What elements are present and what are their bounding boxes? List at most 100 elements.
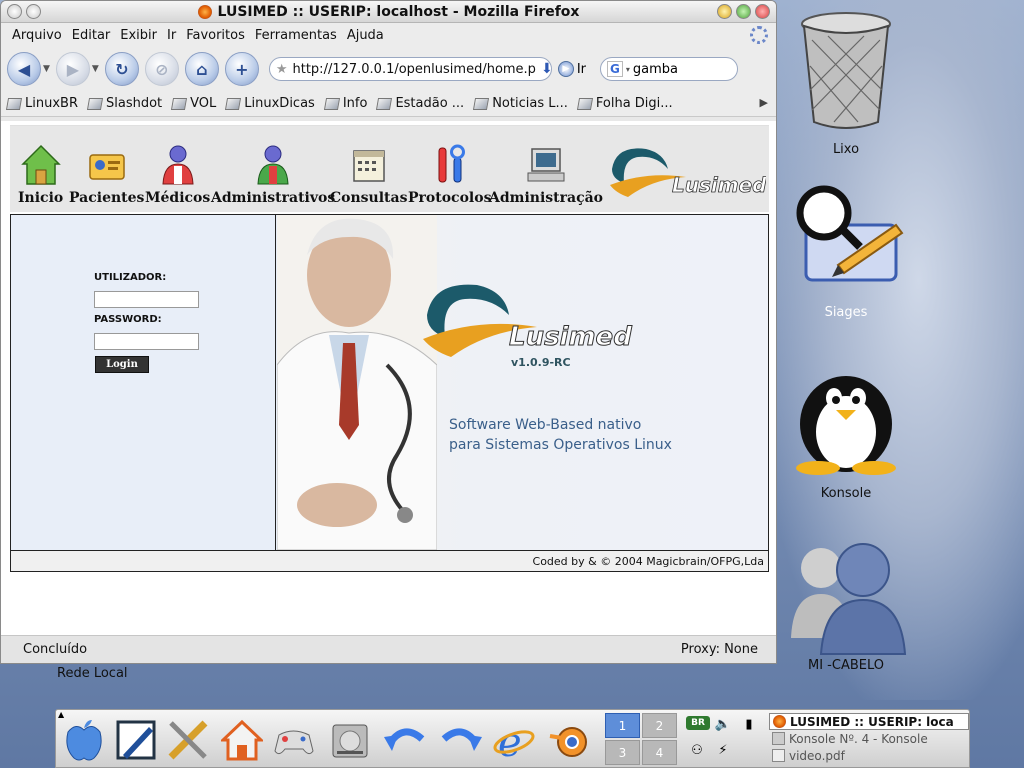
url-dropdown-icon[interactable]: ⬇ bbox=[541, 61, 551, 77]
search-input[interactable]: gamba bbox=[633, 62, 678, 77]
close-button[interactable] bbox=[755, 4, 770, 19]
nav-protocolos[interactable]: Protocolos bbox=[408, 143, 491, 206]
bookmark-item[interactable]: Estadão ... bbox=[376, 96, 464, 111]
bookmark-label: Info bbox=[342, 96, 368, 111]
menu-ajuda[interactable]: Ajuda bbox=[342, 28, 389, 43]
window-menu-button[interactable] bbox=[7, 4, 22, 19]
menu-editar[interactable]: Editar bbox=[67, 28, 116, 43]
keyboard-layout-icon[interactable]: BR bbox=[686, 716, 710, 730]
bookmark-item[interactable]: VOL bbox=[171, 96, 217, 111]
desktop-icon-mi-cabelo[interactable]: MI -CABELO bbox=[776, 538, 916, 673]
bookmark-item[interactable]: Info bbox=[323, 96, 368, 111]
pencil-tool-icon[interactable] bbox=[166, 718, 210, 762]
home-button[interactable]: ⌂ bbox=[184, 52, 219, 86]
desktop-icon-siages[interactable]: Siages bbox=[776, 185, 916, 320]
blender-icon[interactable] bbox=[546, 718, 590, 762]
network-icon[interactable]: ⚇ bbox=[686, 740, 708, 760]
nav-administrativos[interactable]: Administrativos bbox=[211, 143, 335, 206]
url-bar[interactable]: ★ http://127.0.0.1/openlusimed/home.p ⬇ bbox=[268, 57, 552, 81]
volume-icon[interactable]: 🔈 bbox=[712, 714, 734, 734]
engine-dropdown-icon[interactable]: ▾ bbox=[626, 65, 630, 74]
status-bar: Concluído Proxy: None bbox=[1, 635, 776, 663]
gamepad-icon[interactable] bbox=[272, 718, 316, 762]
doctor-person-icon bbox=[145, 143, 210, 187]
password-input[interactable] bbox=[94, 333, 199, 350]
menu-ir[interactable]: Ir bbox=[162, 28, 181, 43]
nav-pacientes[interactable]: Pacientes bbox=[69, 143, 144, 206]
undo-arrow-icon[interactable] bbox=[384, 718, 428, 762]
menu-exibir[interactable]: Exibir bbox=[115, 28, 162, 43]
bookmark-label: VOL bbox=[190, 96, 217, 111]
logo-wordmark: Lusimed bbox=[672, 173, 766, 197]
username-input[interactable] bbox=[94, 291, 199, 308]
firefox-icon bbox=[197, 4, 212, 19]
back-dropdown-icon[interactable]: ▼ bbox=[43, 64, 50, 74]
window-titlebar[interactable]: LUSIMED :: USERIP: localhost - Mozilla F… bbox=[1, 1, 776, 23]
proxy-status[interactable]: Proxy: None bbox=[681, 642, 758, 657]
drawing-app-icon[interactable] bbox=[114, 718, 158, 762]
bookmark-icon bbox=[473, 97, 490, 110]
forward-dropdown-icon[interactable]: ▼ bbox=[92, 64, 99, 74]
bookmarks-overflow-icon[interactable]: ▶ bbox=[760, 96, 768, 109]
task-konsole[interactable]: Konsole Nº. 4 - Konsole bbox=[769, 730, 969, 747]
window-sticky-button[interactable] bbox=[26, 4, 41, 19]
menu-favoritos[interactable]: Favoritos bbox=[181, 28, 250, 43]
url-text[interactable]: http://127.0.0.1/openlusimed/home.p bbox=[293, 62, 536, 77]
google-engine-icon[interactable]: G bbox=[607, 61, 623, 77]
menu-arquivo[interactable]: Arquivo bbox=[7, 28, 67, 43]
menubar: Arquivo Editar Exibir Ir Favoritos Ferra… bbox=[1, 23, 776, 47]
staff-person-icon bbox=[211, 143, 335, 187]
minimize-button[interactable] bbox=[717, 4, 732, 19]
forward-button[interactable]: ▶ bbox=[55, 52, 90, 86]
desktop-icon-label: Konsole bbox=[820, 486, 872, 501]
navigation-toolbar: ◀ ▼ ▶ ▼ ↻ ⊘ ⌂ + ★ http://127.0.0.1/openl… bbox=[1, 47, 776, 91]
tagline-line-1: Software Web-Based nativo bbox=[449, 417, 642, 433]
nav-consultas[interactable]: Consultas bbox=[330, 143, 407, 206]
desktop-3-button[interactable]: 3 bbox=[605, 740, 640, 765]
redo-arrow-icon[interactable] bbox=[438, 718, 482, 762]
task-firefox[interactable]: LUSIMED :: USERIP: loca bbox=[769, 713, 969, 730]
desktop-1-button[interactable]: 1 bbox=[605, 713, 640, 738]
desktop-icon-konsole[interactable]: Konsole bbox=[776, 358, 916, 501]
bookmark-item[interactable]: LinuxBR bbox=[5, 96, 78, 111]
nav-inicio[interactable]: Inicio bbox=[18, 143, 63, 206]
home-folder-icon[interactable] bbox=[220, 718, 264, 762]
apple-menu-icon[interactable] bbox=[62, 718, 106, 762]
bookmark-item[interactable]: Folha Digi... bbox=[576, 96, 673, 111]
new-tab-button[interactable]: + bbox=[224, 52, 259, 86]
desktop-icon-label: Lixo bbox=[832, 142, 860, 157]
copyright-footer: Coded by & © 2004 Magicbrain/OFPG,Lda bbox=[10, 551, 769, 572]
reload-button[interactable]: ↻ bbox=[104, 52, 139, 86]
firefox-icon bbox=[773, 715, 786, 728]
login-button[interactable]: Login bbox=[95, 356, 149, 373]
hard-drive-icon[interactable] bbox=[328, 718, 372, 762]
window-title: LUSIMED :: USERIP: localhost - Mozilla F… bbox=[217, 3, 580, 20]
system-tray: BR 🔈 ▮ ⚇ ⚡ bbox=[686, 714, 766, 764]
status-text: Concluído bbox=[23, 642, 88, 657]
hero-wordmark: Lusimed bbox=[509, 322, 632, 352]
battery-icon[interactable]: ▮ bbox=[738, 714, 760, 734]
bookmark-star-icon[interactable]: ★ bbox=[276, 62, 288, 77]
desktop-icon-rede-local-label[interactable]: Rede Local bbox=[57, 666, 128, 681]
desktop-2-button[interactable]: 2 bbox=[642, 713, 677, 738]
tux-penguin-icon bbox=[776, 358, 916, 480]
power-plug-icon[interactable]: ⚡ bbox=[712, 740, 734, 760]
desktop-4-button[interactable]: 4 bbox=[642, 740, 677, 765]
bookmark-item[interactable]: Noticias L... bbox=[473, 96, 568, 111]
go-button[interactable]: ▶ Ir bbox=[557, 61, 587, 77]
task-pdf[interactable]: video.pdf bbox=[769, 747, 969, 764]
bookmark-label: Slashdot bbox=[105, 96, 163, 111]
go-button-label: Ir bbox=[576, 61, 587, 77]
desktop-icon-trash[interactable]: Lixo bbox=[776, 10, 916, 157]
nav-administracao[interactable]: Administração bbox=[489, 143, 603, 206]
nav-medicos[interactable]: Médicos bbox=[145, 143, 210, 206]
maximize-button[interactable] bbox=[736, 4, 751, 19]
search-bar[interactable]: G ▾ gamba bbox=[600, 57, 739, 81]
bookmark-item[interactable]: LinuxDicas bbox=[225, 96, 315, 111]
internet-explorer-icon[interactable]: e bbox=[492, 718, 536, 762]
main-panel: UTILIZADOR: PASSWORD: Login Lusimed v1.0… bbox=[10, 214, 769, 551]
stop-button[interactable]: ⊘ bbox=[144, 52, 179, 86]
back-button[interactable]: ◀ bbox=[7, 52, 41, 86]
bookmark-item[interactable]: Slashdot bbox=[86, 96, 163, 111]
menu-ferramentas[interactable]: Ferramentas bbox=[250, 28, 342, 43]
